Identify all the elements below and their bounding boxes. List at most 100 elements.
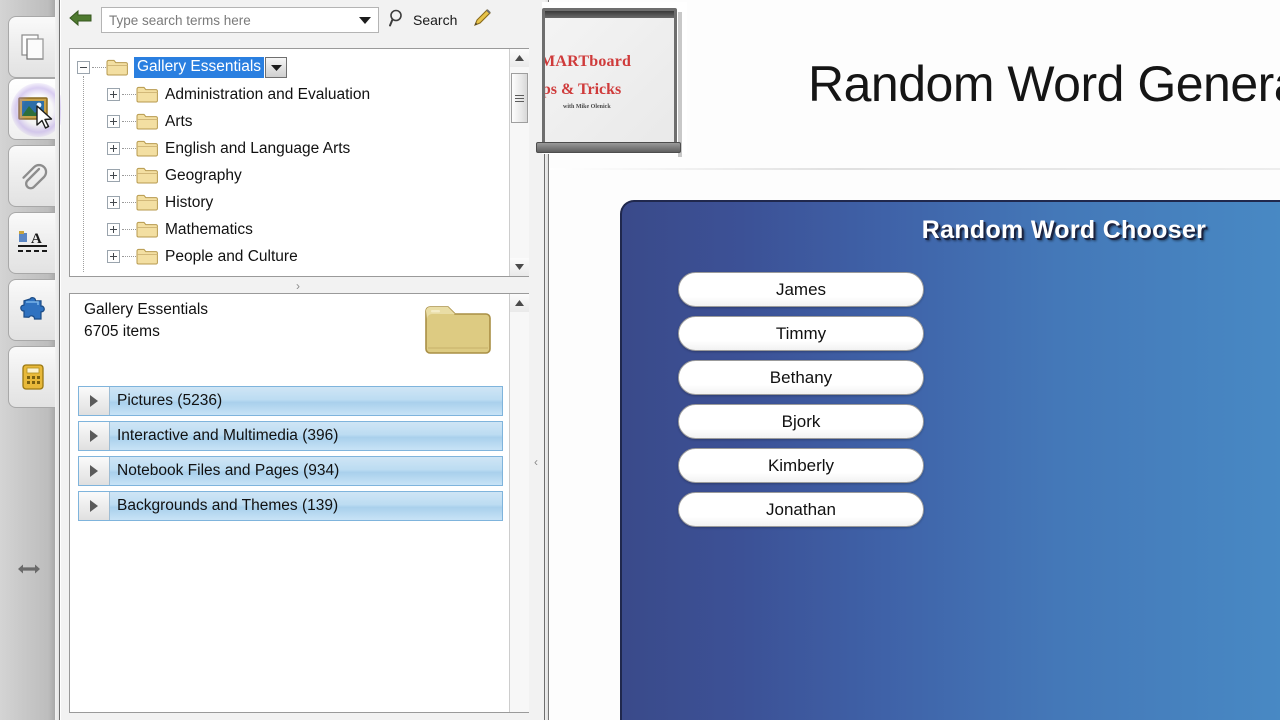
- dropdown-arrow-icon[interactable]: [265, 57, 288, 78]
- folder-icon: [136, 140, 158, 157]
- content-scrollbar[interactable]: [509, 294, 529, 712]
- category-row-interactive-multimedia[interactable]: Interactive and Multimedia (396): [78, 421, 503, 451]
- page-sorter-tab[interactable]: [8, 16, 56, 78]
- tree-scrollbar[interactable]: [509, 49, 529, 276]
- expand-expander-icon[interactable]: [107, 196, 120, 209]
- scroll-up-arrow[interactable]: [510, 49, 529, 67]
- word-label: James: [775, 279, 827, 299]
- folder-icon: [136, 194, 158, 211]
- thumbnail-title-line2: Tips & Tricks: [542, 81, 622, 98]
- folder-icon: [136, 86, 158, 103]
- gallery-panel: Search: [61, 0, 545, 720]
- paperclip-icon: [17, 160, 49, 192]
- tree-item-label: English and Language Arts: [165, 139, 351, 157]
- word-label: Jonathan: [766, 499, 836, 519]
- pages-icon: [18, 32, 48, 62]
- horizontal-resize-icon: [17, 562, 41, 581]
- tree-item-label: Geography: [165, 166, 242, 184]
- expand-expander-icon[interactable]: [107, 88, 120, 101]
- thumbnail-shadow: [678, 12, 682, 157]
- attachments-tab[interactable]: [8, 145, 56, 207]
- expand-triangle-icon[interactable]: [79, 422, 110, 450]
- tree-item-administration[interactable]: Administration and Evaluation: [70, 81, 500, 108]
- collapse-expander-icon[interactable]: [77, 61, 90, 74]
- tree-scroll-thumb[interactable]: [511, 73, 528, 123]
- tree-dotted-connector: [122, 148, 136, 149]
- category-label: Pictures (5236): [117, 392, 223, 409]
- tree-item-people-and-culture[interactable]: People and Culture: [70, 243, 500, 270]
- tool-rail: A: [0, 0, 65, 720]
- expand-triangle-icon[interactable]: [79, 457, 110, 485]
- scroll-down-arrow[interactable]: [510, 258, 529, 276]
- search-button[interactable]: Search: [385, 7, 460, 33]
- whiteboard-pen-tray: [536, 142, 681, 153]
- gallery-tab[interactable]: [8, 78, 65, 140]
- back-arrow-icon: [69, 9, 93, 32]
- smart-response-tab[interactable]: [8, 346, 56, 408]
- tree-item-english-language-arts[interactable]: English and Language Arts: [70, 135, 500, 162]
- folder-icon: [422, 301, 494, 364]
- word-label: Timmy: [775, 323, 827, 343]
- word-label: Bjork: [781, 411, 821, 431]
- chevron-down-icon[interactable]: [352, 8, 378, 32]
- notebook-workspace: SMARTboard Tips & Tricks with Mike Oleni…: [536, 0, 1280, 720]
- expand-triangle-icon[interactable]: [79, 387, 110, 415]
- content-scroll-track[interactable]: [510, 312, 529, 712]
- magnifier-icon: [388, 8, 408, 33]
- folder-icon: [136, 167, 158, 184]
- tree-dotted-connector: [122, 175, 136, 176]
- svg-text:A: A: [31, 231, 42, 247]
- tools-button[interactable]: [468, 6, 496, 34]
- expand-expander-icon[interactable]: [107, 169, 120, 182]
- gallery-content-panel: Gallery Essentials 6705 items Pictures (…: [69, 293, 529, 713]
- tree-dotted-connector: [122, 256, 136, 257]
- expand-expander-icon[interactable]: [107, 115, 120, 128]
- content-item-count: 6705 items: [84, 323, 160, 340]
- content-title: Gallery Essentials: [84, 301, 209, 318]
- expand-expander-icon[interactable]: [107, 142, 120, 155]
- search-input[interactable]: [102, 8, 352, 32]
- expand-expander-icon[interactable]: [107, 223, 120, 236]
- tree-item-label: Arts: [165, 112, 193, 130]
- category-row-backgrounds-themes[interactable]: Backgrounds and Themes (139): [78, 491, 503, 521]
- tree-dotted-connector: [92, 67, 106, 68]
- word-button-2[interactable]: Timmy: [678, 316, 924, 351]
- tree-item-label: Mathematics: [165, 220, 253, 238]
- properties-tab[interactable]: A: [8, 212, 56, 274]
- tree-dotted-connector: [122, 121, 136, 122]
- tree-item-mathematics[interactable]: Mathematics: [70, 216, 500, 243]
- word-label: Kimberly: [767, 455, 835, 475]
- scroll-up-arrow[interactable]: [510, 294, 529, 312]
- canvas-divider: [550, 168, 1280, 170]
- page-thumbnail[interactable]: SMARTboard Tips & Tricks with Mike Oleni…: [536, 2, 687, 157]
- thumbnail-subtitle: with Mike Olenick: [563, 104, 611, 110]
- gallery-search-bar: Search: [61, 0, 545, 40]
- back-button[interactable]: [67, 6, 95, 34]
- tree-dotted-connector: [122, 202, 136, 203]
- expand-expander-icon[interactable]: [107, 250, 120, 263]
- folder-icon: [136, 113, 158, 130]
- panel-splitter-vertical[interactable]: ‹: [530, 455, 542, 469]
- gallery-tree[interactable]: Gallery Essentials Administration and Ev…: [70, 49, 500, 276]
- category-row-pictures[interactable]: Pictures (5236): [78, 386, 503, 416]
- panel-splitter-horizontal[interactable]: ›: [289, 279, 307, 293]
- mouse-cursor-icon: [35, 105, 55, 131]
- tree-item-history[interactable]: History: [70, 189, 500, 216]
- word-button-4[interactable]: Bjork: [678, 404, 924, 439]
- category-row-notebook-files-pages[interactable]: Notebook Files and Pages (934): [78, 456, 503, 486]
- word-button-1[interactable]: James: [678, 272, 924, 307]
- tree-item-gallery-essentials[interactable]: Gallery Essentials: [70, 54, 500, 81]
- folder-icon: [136, 221, 158, 238]
- search-combobox[interactable]: [101, 7, 379, 33]
- add-ons-tab[interactable]: [8, 279, 56, 341]
- word-button-3[interactable]: Bethany: [678, 360, 924, 395]
- expand-triangle-icon[interactable]: [79, 492, 110, 520]
- tree-item-geography[interactable]: Geography: [70, 162, 500, 189]
- page-title: Random Word Generator: [808, 56, 1280, 112]
- word-button-6[interactable]: Jonathan: [678, 492, 924, 527]
- rail-resize-handle[interactable]: [16, 558, 42, 584]
- thumbnail-title-line1: SMARTboard: [545, 53, 632, 70]
- word-button-5[interactable]: Kimberly: [678, 448, 924, 483]
- tree-item-arts[interactable]: Arts: [70, 108, 500, 135]
- tree-item-label: Gallery Essentials: [134, 57, 265, 78]
